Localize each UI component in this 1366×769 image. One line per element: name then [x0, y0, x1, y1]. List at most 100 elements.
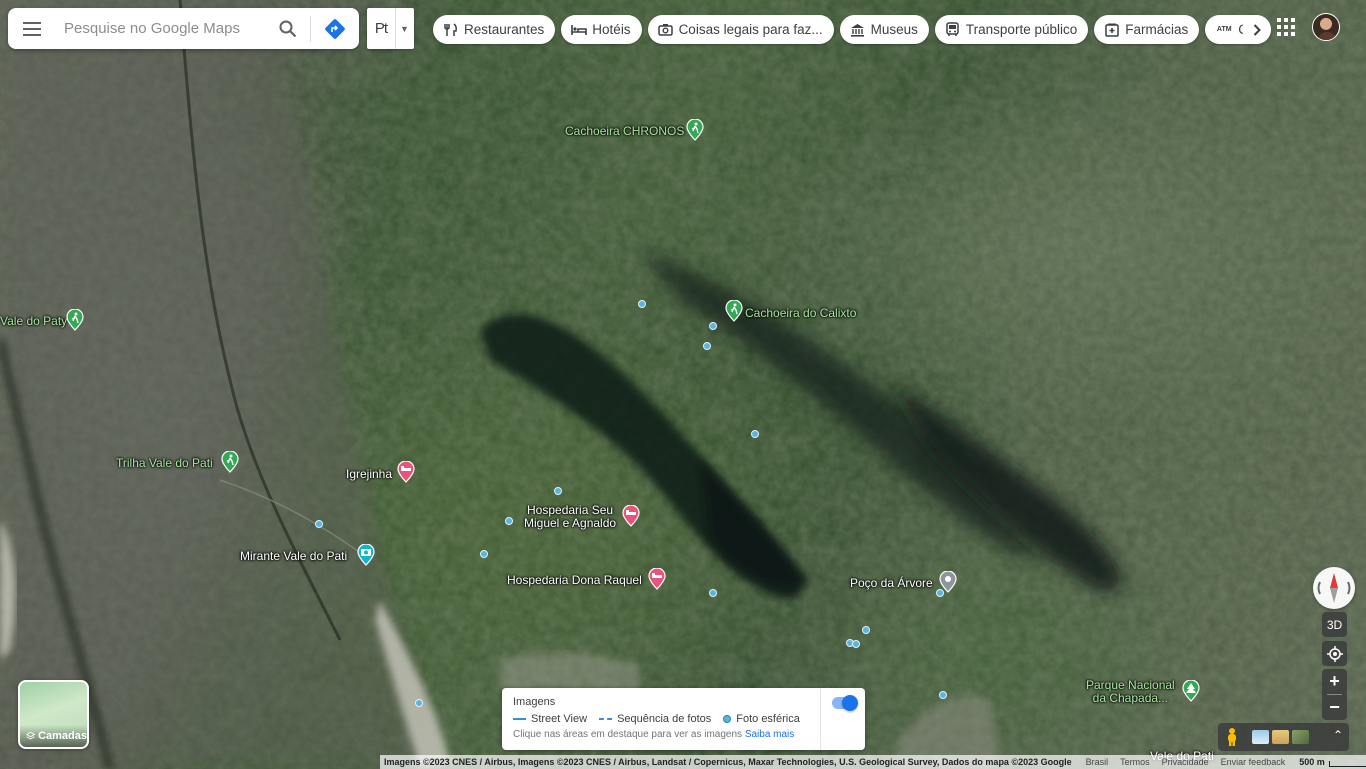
- expand-up-icon[interactable]: ⌃: [1333, 728, 1343, 742]
- photo-sphere-dot[interactable]: [751, 430, 759, 438]
- language-code: Pt: [374, 20, 388, 37]
- tilt-3d-button[interactable]: 3D: [1322, 612, 1347, 637]
- chip-hotels[interactable]: Hotéis: [561, 15, 642, 44]
- chip-label: Coisas legais para faz...: [678, 22, 823, 37]
- learn-more-link[interactable]: Saiba mais: [745, 729, 794, 740]
- place-label[interactable]: Cachoeira CHRONOS: [565, 125, 684, 138]
- photo-sphere-dot[interactable]: [415, 699, 423, 707]
- caret-down-icon[interactable]: ▼: [395, 8, 413, 49]
- chip-museums[interactable]: Museus: [839, 15, 929, 44]
- photo-sphere-dot[interactable]: [709, 589, 717, 597]
- my-location-icon: [1326, 645, 1343, 662]
- photo-sphere-dot[interactable]: [315, 520, 323, 528]
- imagery-type-tiles: [1252, 730, 1309, 744]
- satellite-map[interactable]: Cachoeira CHRONOS Cachoeira do Calixto V…: [0, 0, 1366, 769]
- layers-footer: Camadas: [20, 725, 87, 747]
- menu-button[interactable]: [8, 8, 56, 49]
- search-icon: [279, 20, 297, 37]
- search-button[interactable]: [266, 8, 310, 49]
- legend-label: Sequência de fotos: [617, 713, 712, 725]
- place-label[interactable]: Hospedaria Seu Miguel e Agnaldo: [524, 504, 616, 530]
- directions-button[interactable]: [311, 8, 359, 49]
- hotel-pin-icon[interactable]: [648, 568, 666, 590]
- layers-icon: [26, 731, 36, 740]
- pharmacy-icon: [1104, 22, 1120, 38]
- place-label[interactable]: Hospedaria Dona Raquel: [507, 574, 642, 587]
- account-avatar[interactable]: [1312, 13, 1340, 41]
- photo-sphere-dot[interactable]: [939, 691, 947, 699]
- google-apps-button[interactable]: [1273, 14, 1299, 40]
- place-label[interactable]: Mirante Vale do Pati: [240, 550, 347, 563]
- camera-pin-icon[interactable]: [357, 544, 375, 566]
- bed-icon: [571, 22, 588, 38]
- street-view-line-icon: [513, 718, 526, 720]
- hiking-pin-icon[interactable]: [221, 451, 239, 473]
- photo-sphere-dot[interactable]: [703, 342, 711, 350]
- category-chips: Restaurantes Hotéis Coisas legais para f…: [433, 15, 1272, 45]
- place-label-line: da Chapada...: [1092, 691, 1169, 705]
- layers-label: Camadas: [38, 730, 87, 742]
- pegman-icon[interactable]: [1224, 727, 1240, 747]
- terms-link[interactable]: Termos: [1120, 757, 1150, 767]
- chevron-right-icon[interactable]: [1243, 15, 1272, 44]
- map-tile-thumbnail[interactable]: [1252, 730, 1269, 744]
- place-label[interactable]: Parque Nacional da Chapada...: [1086, 679, 1175, 705]
- chip-restaurants[interactable]: Restaurantes: [433, 15, 556, 44]
- photo-sphere-dot[interactable]: [638, 300, 646, 308]
- hiking-pin-icon[interactable]: [686, 119, 704, 141]
- legend-photo-sphere: Foto esférica: [723, 713, 800, 725]
- imagery-legend: Street View Sequência de fotos Foto esfé…: [513, 713, 812, 725]
- imagery-hint: Clique nas áreas em destaque para ver as…: [513, 729, 794, 740]
- park-pin-icon[interactable]: [1182, 680, 1200, 702]
- photo-sphere-dot[interactable]: [862, 626, 870, 634]
- my-location-button[interactable]: [1322, 641, 1347, 666]
- directions-icon: [325, 18, 345, 39]
- place-label[interactable]: Cachoeira do Calixto: [745, 307, 856, 320]
- photo-sphere-dot[interactable]: [480, 550, 488, 558]
- zoom-out-button[interactable]: −: [1322, 695, 1347, 720]
- place-label[interactable]: Vale do Paty: [0, 315, 67, 328]
- scale-bar[interactable]: 500 m: [1299, 757, 1366, 767]
- hiking-pin-icon[interactable]: [725, 300, 743, 322]
- chip-things-to-do[interactable]: Coisas legais para faz...: [647, 15, 834, 44]
- apps-grid-icon: [1277, 18, 1295, 36]
- tilt-3d-label: 3D: [1326, 617, 1343, 632]
- place-label[interactable]: Igrejinha: [346, 468, 392, 481]
- photo-sphere-dot[interactable]: [505, 517, 513, 525]
- photo-sphere-dot[interactable]: [709, 322, 717, 330]
- search-input[interactable]: [56, 13, 266, 44]
- hotel-pin-icon[interactable]: [397, 461, 415, 483]
- country-link[interactable]: Brasil: [1086, 757, 1109, 767]
- place-label[interactable]: Poço da Árvore: [850, 577, 933, 590]
- privacy-link[interactable]: Privacidade: [1162, 757, 1209, 767]
- layers-button[interactable]: Camadas: [18, 680, 89, 749]
- zoom-in-button[interactable]: +: [1322, 669, 1347, 694]
- map-footer: Imagens ©2023 CNES / Airbus, Imagens ©20…: [380, 755, 1366, 769]
- hotel-pin-icon[interactable]: [622, 505, 640, 527]
- attribution-text: Imagens ©2023 CNES / Airbus, Imagens ©20…: [384, 757, 1072, 767]
- place-label[interactable]: Trilha Vale do Pati: [116, 457, 213, 470]
- compass-button[interactable]: [1313, 567, 1355, 609]
- fork-knife-icon: [443, 22, 459, 38]
- input-language-selector[interactable]: Pt ▼: [367, 8, 414, 49]
- chip-transit[interactable]: Transporte público: [934, 15, 1089, 44]
- scale-label: 500 m: [1299, 757, 1325, 767]
- legend-label: Foto esférica: [736, 713, 800, 725]
- chip-pharmacies[interactable]: Farmácias: [1094, 15, 1200, 44]
- zoom-controls: + −: [1322, 669, 1347, 720]
- hiking-pin-icon[interactable]: [66, 309, 84, 331]
- chip-atm[interactable]: ATM C: [1205, 15, 1272, 44]
- satellite-tile-thumbnail[interactable]: [1292, 730, 1309, 744]
- imagery-hint-text: Clique nas áreas em destaque para ver as…: [513, 729, 743, 740]
- museum-icon: [850, 22, 866, 38]
- search-box: [8, 8, 359, 49]
- terrain-tile-thumbnail[interactable]: [1272, 730, 1289, 744]
- hamburger-menu-icon: [23, 21, 41, 36]
- photo-sphere-dot[interactable]: [852, 640, 860, 648]
- bus-icon: [945, 22, 961, 38]
- feedback-link[interactable]: Enviar feedback: [1221, 757, 1286, 767]
- photo-sphere-dot[interactable]: [936, 589, 944, 597]
- photo-sphere-dot[interactable]: [554, 487, 562, 495]
- imagery-toggle[interactable]: [832, 695, 858, 711]
- chip-label: Transporte público: [965, 22, 1078, 37]
